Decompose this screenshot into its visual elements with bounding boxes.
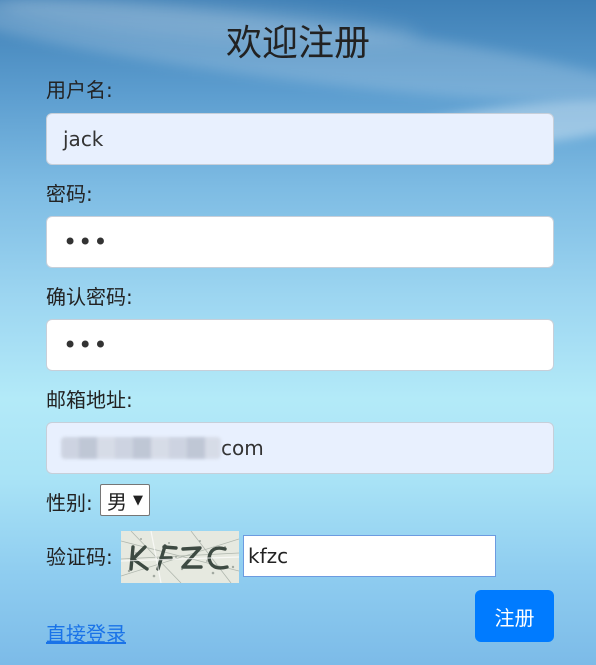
username-field[interactable]: jack [46, 113, 554, 165]
direct-login-link[interactable]: 直接登录 [46, 618, 126, 647]
dropdown-arrow-icon: ▼ [133, 492, 143, 508]
username-label: 用户名: [46, 78, 113, 102]
email-visible-suffix: com [221, 436, 264, 460]
register-button[interactable]: 注册 [475, 590, 554, 642]
confirm-password-value: ••• [63, 331, 109, 359]
password-value: ••• [63, 228, 109, 256]
username-value: jack [63, 127, 104, 151]
confirm-password-label: 确认密码: [46, 285, 133, 309]
email-field[interactable]: com [46, 422, 554, 474]
captcha-input[interactable]: kfzc [243, 535, 496, 577]
captcha-image[interactable] [121, 531, 239, 583]
password-field[interactable]: ••• [46, 216, 554, 268]
captcha-input-value: kfzc [248, 544, 289, 568]
email-label: 邮箱地址: [46, 388, 133, 412]
gender-selected-value: 男 [107, 489, 127, 514]
page-title: 欢迎注册 [225, 23, 370, 64]
gender-label: 性别: [46, 491, 93, 515]
captcha-label: 验证码: [46, 545, 113, 569]
password-label: 密码: [46, 182, 93, 206]
confirm-password-field[interactable]: ••• [46, 319, 554, 371]
gender-select[interactable]: 男 ▼ [100, 484, 150, 516]
redacted-email-text [61, 437, 221, 459]
